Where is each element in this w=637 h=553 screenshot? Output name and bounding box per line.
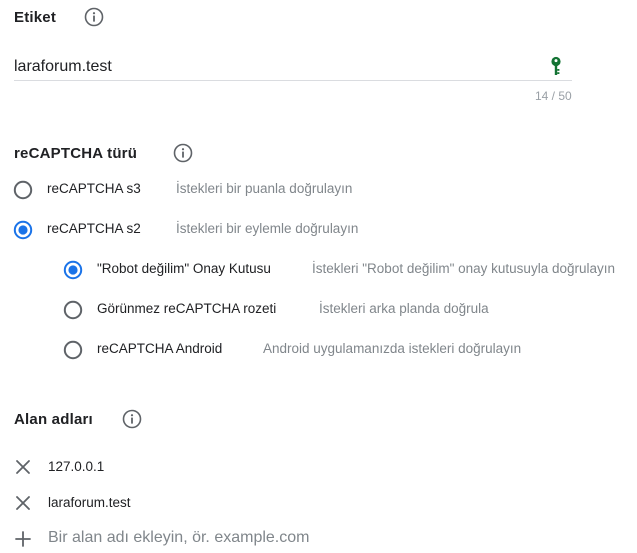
radio-label: reCAPTCHA Android [97, 341, 223, 356]
radio-option-recaptcha-v3[interactable]: reCAPTCHA s3 İstekleri bir puanla doğrul… [13, 179, 613, 201]
radio-selected-icon[interactable] [63, 260, 83, 280]
info-icon[interactable] [84, 7, 104, 27]
domain-name: 127.0.0.1 [48, 459, 105, 474]
label-input-field[interactable]: laraforum.test [14, 56, 572, 82]
radio-label: reCAPTCHA s3 [47, 181, 141, 196]
label-section-title: Etiket [14, 9, 57, 26]
radio-label: reCAPTCHA s2 [47, 221, 141, 236]
radio-description: İstekleri "Robot değilim" onay kutusuyla… [312, 261, 615, 276]
label-input-value[interactable]: laraforum.test [14, 58, 112, 76]
domain-list-item: laraforum.test [14, 493, 414, 513]
radio-option-checkbox[interactable]: "Robot değilim" Onay Kutusu İstekleri "R… [63, 259, 637, 281]
close-icon[interactable] [14, 494, 32, 512]
radio-label: Görünmez reCAPTCHA rozeti [97, 301, 277, 316]
radio-option-recaptcha-v2[interactable]: reCAPTCHA s2 İstekleri bir eylemle doğru… [13, 219, 613, 241]
info-icon[interactable] [173, 143, 193, 163]
radio-unselected-icon[interactable] [63, 300, 83, 320]
info-icon[interactable] [122, 409, 142, 429]
radio-option-android[interactable]: reCAPTCHA Android Android uygulamanızda … [63, 339, 637, 361]
add-domain-input[interactable]: Bir alan adı ekleyin, ör. example.com [48, 529, 309, 547]
add-domain-row[interactable]: Bir alan adı ekleyin, ör. example.com [14, 528, 514, 550]
recaptcha-type-title: reCAPTCHA türü [14, 145, 138, 162]
radio-description: İstekleri bir puanla doğrulayın [176, 181, 353, 196]
radio-description: İstekleri arka planda doğrula [319, 301, 489, 316]
plus-icon[interactable] [14, 530, 32, 548]
radio-unselected-icon[interactable] [63, 340, 83, 360]
radio-option-invisible-badge[interactable]: Görünmez reCAPTCHA rozeti İstekleri arka… [63, 299, 637, 321]
radio-unselected-icon[interactable] [13, 180, 33, 200]
radio-description: İstekleri bir eylemle doğrulayın [176, 221, 359, 236]
label-char-counter: 14 / 50 [535, 89, 572, 103]
domain-list-item: 127.0.0.1 [14, 457, 414, 477]
radio-selected-icon[interactable] [13, 220, 33, 240]
radio-description: Android uygulamanızda istekleri doğrulay… [263, 341, 522, 356]
close-icon[interactable] [14, 458, 32, 476]
label-input-underline [14, 80, 572, 81]
key-icon [551, 56, 561, 75]
radio-label: "Robot değilim" Onay Kutusu [97, 261, 271, 276]
domain-name: laraforum.test [48, 495, 131, 510]
domains-section-title: Alan adları [14, 411, 93, 428]
